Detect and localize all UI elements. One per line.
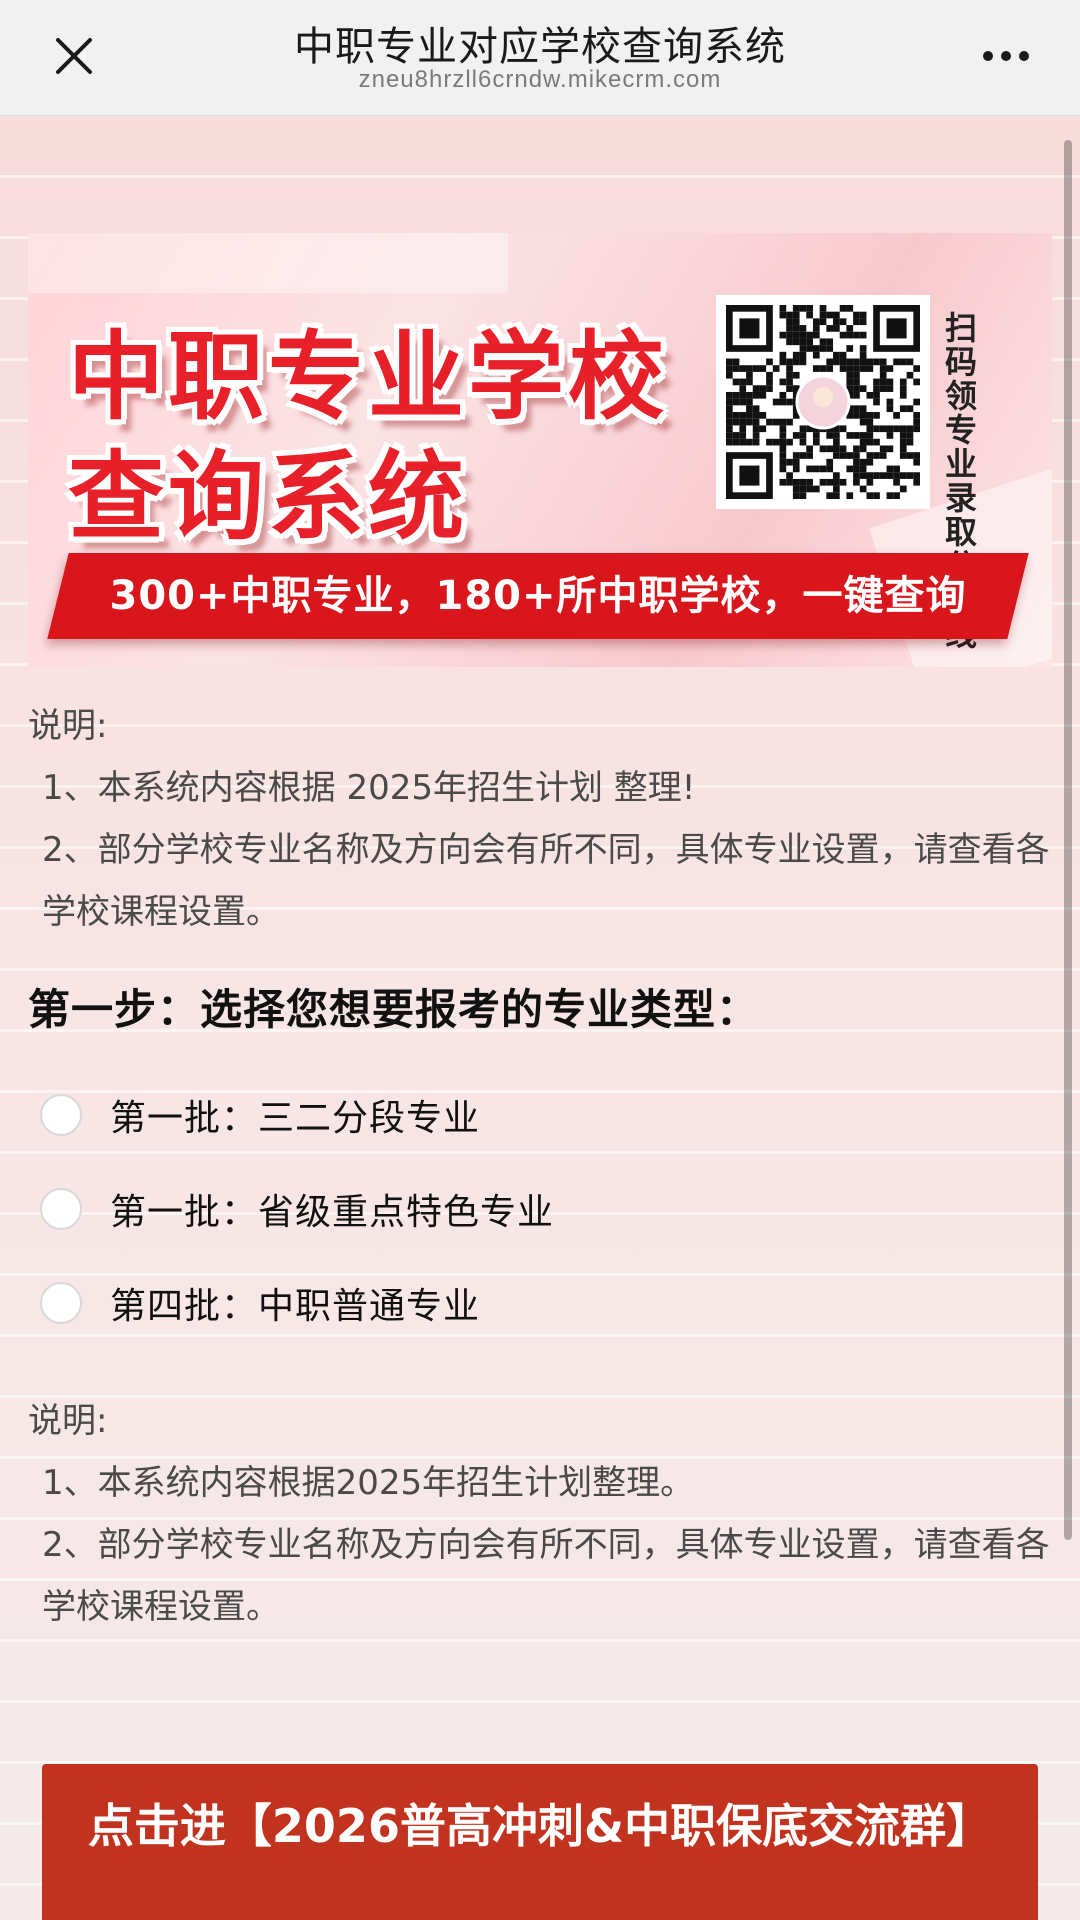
top-bar: 中职专业对应学校查询系统 zneu8hrzll6crndw.mikecrm.co… (0, 0, 1080, 116)
more-icon[interactable] (974, 28, 1038, 80)
option-label: 第一批：省级重点特色专业 (110, 1192, 555, 1233)
intro-line-2: 2、部分学校专业名称及方向会有所不同，具体专业设置，请查看各学校课程设置。 (42, 830, 1050, 932)
notes-line-1: 1、本系统内容根据2025年招生计划整理。 (42, 1463, 695, 1503)
radio-button[interactable] (40, 1282, 82, 1324)
notes-line-2: 2、部分学校专业名称及方向会有所不同，具体专业设置，请查看各学校课程设置。 (42, 1525, 1050, 1627)
intro-heading: 说明: (28, 706, 108, 746)
notes-heading: 说明: (28, 1401, 108, 1441)
radio-button[interactable] (40, 1188, 82, 1230)
step-title: 第一步：选择您想要报考的专业类型： (28, 985, 760, 1034)
banner-decoration (28, 233, 508, 293)
intro-description: 说明: 1、本系统内容根据 2025年招生计划 整理! 2、部分学校专业名称及方… (28, 695, 1052, 943)
page-domain: zneu8hrzll6crndw.mikecrm.com (358, 66, 722, 93)
option-provincial-key[interactable]: 第一批：省级重点特色专业 (40, 1162, 1020, 1256)
radio-button[interactable] (40, 1094, 82, 1136)
banner-headline: 中职专业学校 (68, 321, 668, 433)
intro-line-1: 1、本系统内容根据 2025年招生计划 整理! (42, 768, 696, 808)
join-group-button[interactable]: 点击进【2026普高冲刺&中职保底交流群】 (42, 1764, 1038, 1920)
option-ordinary[interactable]: 第四批：中职普通专业 (40, 1256, 1020, 1350)
option-label: 第一批：三二分段专业 (110, 1098, 481, 1139)
banner: 中职专业学校 查询系统 扫码领专业录取分数线 300+中职专业，180+所中职学… (28, 233, 1052, 667)
page-title: 中职专业对应学校查询系统 (294, 24, 786, 70)
option-32-segment[interactable]: 第一批：三二分段专业 (40, 1068, 1020, 1162)
major-type-options: 第一批：三二分段专业 第一批：省级重点特色专业 第四批：中职普通专业 (40, 1068, 1020, 1350)
qr-code-icon (716, 295, 930, 509)
notes-description: 说明: 1、本系统内容根据2025年招生计划整理。 2、部分学校专业名称及方向会… (28, 1390, 1052, 1638)
banner-headline-2: 查询系统 (68, 441, 468, 553)
scrollbar[interactable] (1064, 140, 1072, 1540)
option-label: 第四批：中职普通专业 (110, 1286, 481, 1327)
banner-ribbon-text: 300+中职专业，180+所中职学校，一键查询 (109, 573, 967, 619)
